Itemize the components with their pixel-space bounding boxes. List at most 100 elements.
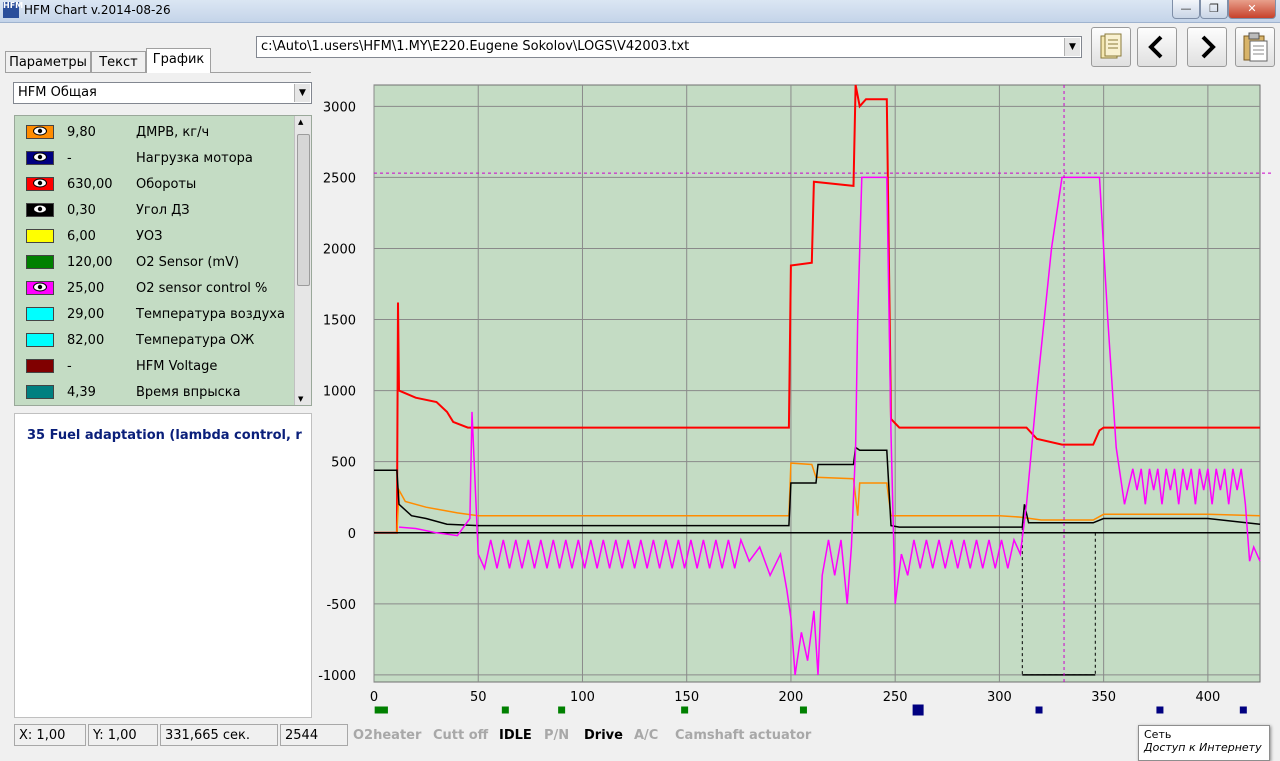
- parameter-name: ДМРВ, кг/ч: [136, 125, 210, 140]
- event-marker: [374, 706, 382, 714]
- chart-area[interactable]: -1000 -500 0 500 1000 1500 2000 2500 3000 0 50 100 1…: [318, 80, 1274, 724]
- y-tick-label: 2500: [323, 171, 356, 186]
- parameter-value: 82,00: [67, 333, 105, 348]
- parameter-name: Время впрыска: [136, 385, 241, 400]
- event-marker: [1156, 706, 1164, 714]
- y-tick-label: 0: [348, 527, 356, 542]
- clipboard-icon: [1243, 32, 1268, 62]
- y-tick-label: 2000: [323, 242, 356, 257]
- y-tick-label: 1500: [323, 314, 356, 329]
- chevron-down-icon[interactable]: ▼: [294, 84, 310, 102]
- parameter-row[interactable]: 82,00 Температура ОЖ: [15, 324, 297, 350]
- flag-drive: Drive: [584, 728, 623, 743]
- preset-select[interactable]: HFM Общая ▼: [13, 82, 312, 104]
- eye-icon: [33, 204, 47, 214]
- color-swatch[interactable]: [26, 203, 54, 217]
- event-marker: [558, 706, 566, 714]
- x-tick-label: 50: [470, 690, 487, 705]
- maximize-button[interactable]: ❐: [1200, 0, 1228, 19]
- open-file-icon: [1100, 33, 1122, 59]
- x-tick-label: 250: [883, 690, 908, 705]
- paste-button[interactable]: [1235, 27, 1275, 67]
- parameter-value: 4,39: [67, 385, 96, 400]
- parameter-row[interactable]: 9,80 ДМРВ, кг/ч: [15, 116, 297, 142]
- parameter-row[interactable]: 6,00 УОЗ: [15, 220, 297, 246]
- parameter-row[interactable]: 29,00 Температура воздуха: [15, 298, 297, 324]
- parameter-name: Температура воздуха: [136, 307, 285, 322]
- y-tick-label: 1000: [323, 385, 356, 400]
- parameter-value: 120,00: [67, 255, 113, 270]
- open-file-button[interactable]: [1091, 27, 1131, 67]
- parameter-value: -: [67, 359, 72, 374]
- file-path-select[interactable]: c:\Auto\1.users\HFM\1.MY\E220.Eugene Sok…: [256, 36, 1082, 58]
- parameter-list: 9,80 ДМРВ, кг/ч - Нагрузка мотора 630,00 Обор…: [14, 115, 312, 406]
- parameter-row[interactable]: 120,00 O2 Sensor (mV): [15, 246, 297, 272]
- parameter-value: 29,00: [67, 307, 105, 322]
- event-marker: [1239, 706, 1247, 714]
- x-tick-label: 350: [1091, 690, 1116, 705]
- window-title: HFM Chart v.2014-08-26: [24, 3, 171, 17]
- info-line: 35 Fuel adaptation (lambda control, r: [27, 428, 302, 443]
- minimize-icon: —: [1180, 2, 1192, 15]
- parameter-row[interactable]: - HFM Voltage: [15, 350, 297, 376]
- color-swatch[interactable]: [26, 151, 54, 165]
- plot-background: [373, 84, 1261, 683]
- tooltip-text: Доступ к Интернету: [1144, 741, 1262, 754]
- color-swatch[interactable]: [26, 307, 54, 321]
- flag-pn: P/N: [544, 728, 570, 743]
- x-tick-label: 300: [987, 690, 1012, 705]
- eye-icon: [33, 282, 47, 292]
- parameter-list-scrollbar[interactable]: ▲ ▼: [294, 116, 311, 405]
- color-swatch[interactable]: [26, 255, 54, 269]
- status-x: X: 1,00: [14, 724, 86, 746]
- parameter-row[interactable]: - Нагрузка мотора: [15, 142, 297, 168]
- color-swatch[interactable]: [26, 125, 54, 139]
- previous-button[interactable]: [1137, 27, 1177, 67]
- y-tick-label: -1000: [318, 669, 356, 684]
- minimize-button[interactable]: —: [1172, 0, 1200, 19]
- arrow-right-icon: [1201, 35, 1216, 59]
- x-tick-label: 0: [370, 690, 378, 705]
- tab-text[interactable]: Текст: [91, 51, 146, 73]
- parameter-value: 6,00: [67, 229, 96, 244]
- color-swatch[interactable]: [26, 385, 54, 399]
- scroll-down-icon[interactable]: ▼: [298, 395, 303, 403]
- flag-o2heater: O2heater: [353, 728, 422, 743]
- y-tick-label: 500: [331, 456, 356, 471]
- scrollbar-thumb[interactable]: [297, 134, 310, 286]
- event-marker: [1035, 706, 1043, 714]
- network-tooltip: Сеть Доступ к Интернету: [1138, 725, 1270, 761]
- x-tick-label: 400: [1195, 690, 1220, 705]
- parameter-row[interactable]: 4,39 Время впрыска: [15, 376, 297, 402]
- flag-cutt-off: Cutt off: [433, 728, 489, 743]
- color-swatch[interactable]: [26, 281, 54, 295]
- parameter-row[interactable]: 25,00 O2 sensor control %: [15, 272, 297, 298]
- color-swatch[interactable]: [26, 177, 54, 191]
- event-marker: [501, 706, 509, 714]
- app-icon: HFM: [3, 2, 23, 18]
- parameter-row[interactable]: 630,00 Обороты: [15, 168, 297, 194]
- event-marker: [912, 704, 924, 716]
- chevron-down-icon[interactable]: ▼: [1064, 38, 1080, 56]
- color-swatch[interactable]: [26, 333, 54, 347]
- x-tick-label: 100: [570, 690, 595, 705]
- color-swatch[interactable]: [26, 359, 54, 373]
- scroll-up-icon[interactable]: ▲: [298, 118, 303, 126]
- flag-idle: IDLE: [499, 728, 532, 743]
- status-time: 331,665 сек.: [160, 724, 278, 746]
- tab-chart[interactable]: График: [146, 48, 211, 73]
- next-button[interactable]: [1187, 27, 1227, 67]
- parameter-name: Температура ОЖ: [136, 333, 255, 348]
- event-marker: [799, 706, 807, 714]
- flag-camshaft-actuator: Camshaft actuator: [675, 728, 812, 743]
- parameter-value: 25,00: [67, 281, 105, 296]
- eye-icon: [33, 178, 47, 188]
- parameter-row[interactable]: 0,30 Угол ДЗ: [15, 194, 297, 220]
- tab-parameters[interactable]: Параметры: [5, 51, 91, 73]
- parameter-name: O2 sensor control %: [136, 281, 268, 296]
- close-button[interactable]: ✕: [1228, 0, 1276, 19]
- parameter-value: -: [67, 151, 72, 166]
- flag-ac: A/C: [634, 728, 659, 743]
- eye-icon: [33, 126, 47, 136]
- color-swatch[interactable]: [26, 229, 54, 243]
